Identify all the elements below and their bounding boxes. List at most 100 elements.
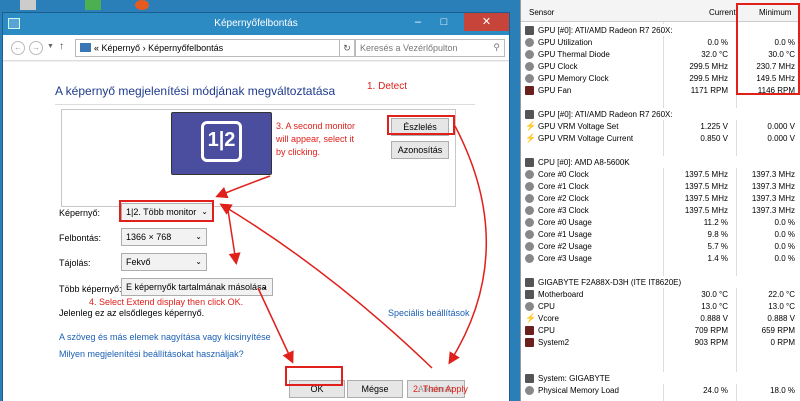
breadcrumb-item-display[interactable]: Képernyő — [102, 43, 141, 53]
sensor-name: Core #0 Usage — [538, 218, 592, 227]
sensor-row[interactable]: Core #2 Usage 5.7 % 0.0 % — [521, 240, 800, 252]
annotation-step4: 4. Select Extend display then click OK. — [89, 297, 244, 307]
sensor-name: GIGABYTE F2A88X-D3H (ITE IT8620E) — [538, 278, 682, 287]
monitor-1-2-tile[interactable]: 1|2 — [171, 112, 272, 175]
forward-arrow-icon[interactable]: → — [29, 41, 43, 55]
sensor-minimum: 0.000 V — [767, 134, 795, 143]
annotation-step3-line1: 3. A second monitor — [276, 121, 356, 131]
sensor-name: Core #3 Usage — [538, 254, 592, 263]
sensor-row[interactable]: Core #1 Clock 1397.5 MHz 1397.3 MHz — [521, 180, 800, 192]
sensor-row[interactable]: ⚡ Vcore 0.888 V 0.888 V — [521, 312, 800, 324]
sensor-name: GPU Utilization — [538, 38, 593, 47]
sensor-row[interactable]: ⚡ GPU VRM Voltage Set 1.225 V 0.000 V — [521, 120, 800, 132]
sensor-group-header[interactable]: GPU [#0]: ATI/AMD Radeon R7 260X: — [521, 108, 800, 120]
chip-icon — [525, 290, 534, 299]
search-icon: ⚲ — [493, 42, 500, 52]
display-help-link[interactable]: Milyen megjelenítési beállításokat haszn… — [59, 349, 244, 359]
gauge-icon — [525, 62, 534, 71]
sensor-row[interactable]: Core #3 Usage 1.4 % 0.0 % — [521, 252, 800, 264]
highlight-display-select — [119, 200, 214, 222]
identify-button[interactable]: Azonosítás — [391, 141, 449, 159]
sensor-name: Core #0 Clock — [538, 170, 589, 179]
header-current[interactable]: Current — [709, 8, 736, 17]
sensor-current: 903 RPM — [694, 338, 728, 347]
header-sensor[interactable]: Sensor — [529, 8, 554, 17]
sensor-group-header[interactable]: GIGABYTE F2A88X-D3H (ITE IT8620E) — [521, 276, 800, 288]
sensor-row[interactable]: Core #0 Usage 11.2 % 0.0 % — [521, 216, 800, 228]
gauge-icon — [525, 242, 534, 251]
bolt-icon: ⚡ — [525, 121, 537, 131]
gauge-icon — [525, 74, 534, 83]
desktop-icon[interactable] — [85, 0, 101, 10]
sensor-group-header[interactable]: CPU [#0]: AMD A8-5600K — [521, 156, 800, 168]
multi-display-select[interactable]: E képernyők tartalmának másolása ⌄ — [121, 278, 273, 296]
sensor-row[interactable]: Core #3 Clock 1397.5 MHz 1397.3 MHz — [521, 204, 800, 216]
breadcrumb-item-resolution[interactable]: Képernyőfelbontás — [148, 43, 223, 53]
sensor-name: System2 — [538, 338, 570, 347]
up-arrow-icon[interactable]: ↑ — [59, 41, 64, 52]
navigation-bar: ← → ▼ ↑ « Képernyő › Képernyőfelbontás ↻… — [3, 35, 509, 61]
sensor-name: Vcore — [538, 314, 559, 323]
sensor-row[interactable]: System2 903 RPM 0 RPM — [521, 336, 800, 348]
sensor-minimum: 659 RPM — [761, 326, 795, 335]
back-arrow-icon[interactable]: ← — [11, 41, 25, 55]
address-bar[interactable]: « Képernyő › Képernyőfelbontás — [75, 39, 340, 57]
search-input[interactable]: Keresés a Vezérlőpulton ⚲ — [355, 39, 505, 57]
advanced-settings-link[interactable]: Speciális beállítások — [388, 308, 470, 318]
sensor-current: 0.0 % — [707, 38, 728, 47]
sensor-row[interactable]: ⚡ GPU VRM Voltage Current 0.850 V 0.000 V — [521, 132, 800, 144]
cancel-button[interactable]: Mégse — [347, 380, 403, 398]
sensor-minimum: 1397.3 MHz — [751, 170, 795, 179]
fan-icon — [525, 338, 534, 347]
chip-icon — [525, 110, 534, 119]
search-placeholder: Keresés a Vezérlőpulton — [360, 43, 458, 53]
resolution-select[interactable]: 1366 × 768 ⌄ — [121, 228, 207, 246]
annotation-step3-line3: by clicking. — [276, 147, 321, 157]
sensor-row[interactable]: Motherboard 30.0 °C 22.0 °C — [521, 288, 800, 300]
resolution-value: 1366 × 768 — [126, 232, 172, 242]
sensor-name: GPU [#0]: ATI/AMD Radeon R7 260X: — [538, 110, 673, 119]
gauge-icon — [525, 218, 534, 227]
sensor-current: 11.2 % — [703, 218, 728, 227]
sensor-name: Physical Memory Load — [538, 386, 619, 395]
sensor-row[interactable]: Physical Memory Load 24.0 % 18.0 % — [521, 384, 800, 396]
sensor-minimum: 1397.3 MHz — [751, 194, 795, 203]
sensor-row[interactable]: CPU 13.0 °C 13.0 °C — [521, 300, 800, 312]
sensor-name: Core #3 Clock — [538, 206, 589, 215]
orientation-select[interactable]: Fekvő ⌄ — [121, 253, 207, 271]
chevron-down-icon[interactable]: ▼ — [47, 43, 54, 50]
desktop-icon[interactable] — [20, 0, 36, 10]
maximize-button[interactable]: □ — [431, 13, 457, 31]
sensor-name: Motherboard — [538, 290, 584, 299]
sensor-row[interactable]: Core #1 Usage 9.8 % 0.0 % — [521, 228, 800, 240]
close-button[interactable]: ✕ — [464, 13, 509, 31]
sensor-minimum: 22.0 °C — [768, 290, 795, 299]
sensor-minimum: 13.0 °C — [768, 302, 795, 311]
highlight-ok — [285, 366, 343, 386]
sensor-minimum: 0.0 % — [774, 230, 795, 239]
desktop-icon[interactable] — [135, 0, 149, 10]
multi-display-label: Több képernyő: — [59, 284, 122, 294]
sensor-current: 0.850 V — [700, 134, 728, 143]
sensor-row[interactable]: CPU 709 RPM 659 RPM — [521, 324, 800, 336]
sensor-current: 1397.5 MHz — [684, 194, 728, 203]
text-size-link[interactable]: A szöveg és más elemek nagyítása vagy ki… — [59, 332, 271, 342]
sensor-current: 24.0 % — [703, 386, 728, 395]
sensor-current: 1.4 % — [707, 254, 728, 263]
highlight-detect — [387, 115, 455, 135]
sensor-minimum: 0.000 V — [767, 122, 795, 131]
sensor-row[interactable]: Core #2 Clock 1397.5 MHz 1397.3 MHz — [521, 192, 800, 204]
gauge-icon — [525, 194, 534, 203]
chevron-down-icon: ⌄ — [261, 282, 268, 291]
minimize-button[interactable]: – — [405, 13, 431, 31]
sensor-current: 1171 RPM — [690, 86, 728, 95]
refresh-icon[interactable]: ↻ — [339, 39, 355, 57]
sensor-name: GPU VRM Voltage Current — [538, 134, 634, 143]
screen-resolution-window: Képernyőfelbontás – □ ✕ ← → ▼ ↑ « Képern… — [2, 12, 510, 401]
sensor-group-header[interactable]: System: GIGABYTE — [521, 372, 800, 384]
annotation-step2: 2. Then Apply — [413, 384, 468, 394]
chip-icon — [525, 26, 534, 35]
resolution-label: Felbontás: — [59, 233, 102, 243]
sensor-row[interactable]: Core #0 Clock 1397.5 MHz 1397.3 MHz — [521, 168, 800, 180]
title-bar: Képernyőfelbontás – □ ✕ — [3, 13, 509, 35]
